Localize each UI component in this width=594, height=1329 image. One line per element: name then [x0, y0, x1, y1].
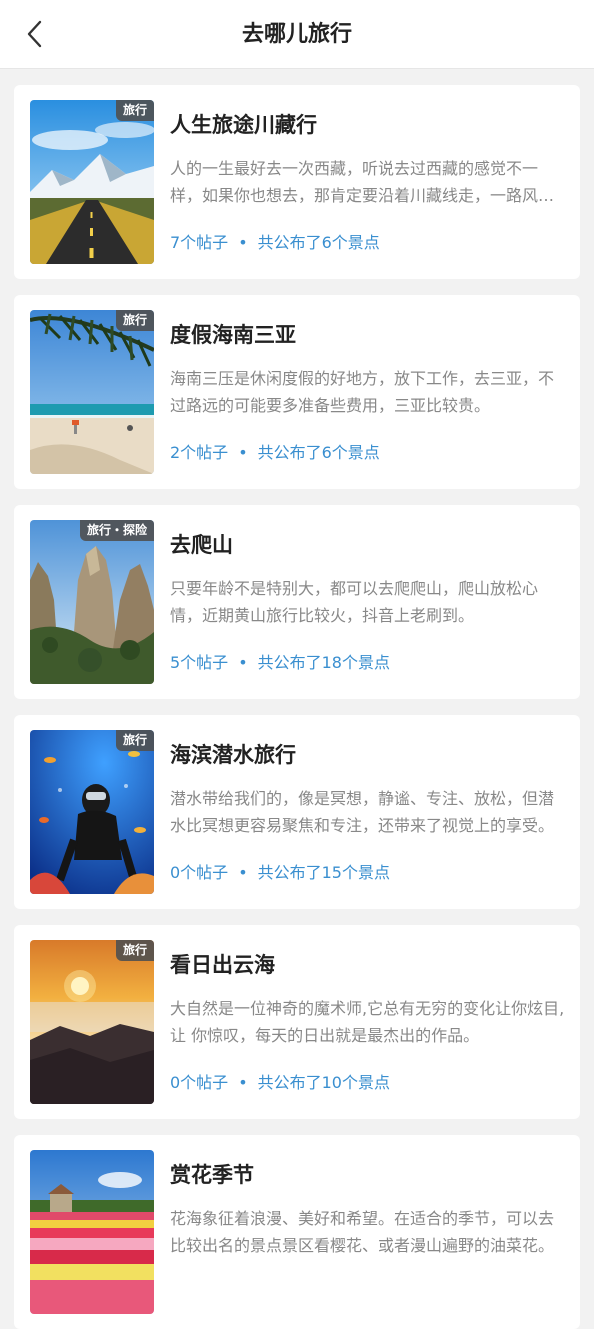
category-tag: 旅行: [115, 730, 154, 751]
card-description: 花海象征着浪漫、美好和希望。在适合的季节，可以去比较出名的景点景区看樱花、或者漫…: [170, 1209, 555, 1255]
post-count[interactable]: 0个帖子: [170, 863, 228, 882]
trip-thumbnail-mountain: 旅行・探险: [30, 520, 154, 684]
spot-count[interactable]: 共公布了6个景点: [258, 233, 380, 252]
trip-thumbnail-sunrise: 旅行: [30, 940, 154, 1104]
card-meta: 0个帖子 • 共公布了15个景点: [170, 859, 390, 883]
card-description: 潜水带给我们的，像是冥想，静谧、专注、放松，但潜水比冥想更容易聚焦和专注，还带来…: [170, 789, 555, 835]
card-meta: 0个帖子 • 共公布了10个景点: [170, 1069, 390, 1093]
category-tag: 旅行・探险: [79, 520, 154, 541]
separator-dot: •: [238, 863, 248, 882]
card-description: 海南三压是休闲度假的好地方，放下工作，去三亚，不过路远的可能要多准备些费用，三亚…: [170, 369, 555, 415]
card-title: 去爬山: [170, 533, 233, 557]
card-title: 赏花季节: [170, 1163, 254, 1187]
spot-count[interactable]: 共公布了15个景点: [258, 863, 390, 882]
separator-dot: •: [238, 233, 248, 252]
card-title: 看日出云海: [170, 953, 275, 977]
trip-card[interactable]: 旅行 人生旅途川藏行 人的一生最好去一次西藏，听说去过西藏的感觉不一样，如果你也…: [14, 85, 580, 279]
card-title: 海滨潜水旅行: [170, 743, 296, 767]
card-meta: 5个帖子 • 共公布了18个景点: [170, 649, 390, 673]
trip-card[interactable]: 旅行 度假海南三亚 海南三压是休闲度假的好地方，放下工作，去三亚，不过路远的可能…: [14, 295, 580, 489]
card-description: 只要年龄不是特别大，都可以去爬爬山，爬山放松心情，近期黄山旅行比较火，抖音上老刷…: [170, 579, 539, 625]
trip-thumbnail-road: 旅行: [30, 100, 154, 264]
spot-count[interactable]: 共公布了10个景点: [258, 1073, 390, 1092]
trip-card[interactable]: 旅行 看日出云海 大自然是一位神奇的魔术师,它总有无穷的变化让你炫目,让 你惊叹…: [14, 925, 580, 1119]
post-count[interactable]: 7个帖子: [170, 233, 228, 252]
card-description: 人的一生最好去一次西藏，听说去过西藏的感觉不一样，如果你也想去，那肯定要沿着川藏…: [170, 159, 555, 205]
category-tag: 旅行: [115, 310, 154, 331]
post-count[interactable]: 0个帖子: [170, 1073, 228, 1092]
card-description: 大自然是一位神奇的魔术师,它总有无穷的变化让你炫目,让 你惊叹，每天的日出就是最…: [170, 999, 565, 1045]
card-meta: 2个帖子 • 共公布了6个景点: [170, 439, 380, 463]
trip-thumbnail-flowers: [30, 1150, 154, 1314]
card-meta: 7个帖子 • 共公布了6个景点: [170, 229, 380, 253]
page-title: 去哪儿旅行: [241, 22, 352, 47]
post-count[interactable]: 2个帖子: [170, 443, 228, 462]
trip-thumbnail-beach: 旅行: [30, 310, 154, 474]
app-header: 去哪儿旅行: [0, 0, 594, 69]
trip-thumbnail-diving: 旅行: [30, 730, 154, 894]
category-tag: 旅行: [115, 100, 154, 121]
separator-dot: •: [238, 1073, 248, 1092]
trip-card[interactable]: 旅行 海滨潜水旅行 潜水带给我们的，像是冥想，静谧、专注、放松，但潜水比冥想更容…: [14, 715, 580, 909]
separator-dot: •: [238, 653, 248, 672]
category-tag: 旅行: [115, 940, 154, 961]
spot-count[interactable]: 共公布了6个景点: [258, 443, 380, 462]
card-title: 人生旅途川藏行: [170, 113, 317, 137]
card-title: 度假海南三亚: [170, 323, 296, 347]
spot-count[interactable]: 共公布了18个景点: [258, 653, 390, 672]
separator-dot: •: [238, 443, 248, 462]
post-count[interactable]: 5个帖子: [170, 653, 228, 672]
trip-card[interactable]: 旅行・探险 去爬山 只要年龄不是特别大，都可以去爬爬山，爬山放松心情，近期黄山旅…: [14, 505, 580, 699]
trip-card[interactable]: 赏花季节 花海象征着浪漫、美好和希望。在适合的季节，可以去比较出名的景点景区看樱…: [14, 1135, 580, 1329]
trip-list: 旅行 人生旅途川藏行 人的一生最好去一次西藏，听说去过西藏的感觉不一样，如果你也…: [0, 69, 594, 1329]
